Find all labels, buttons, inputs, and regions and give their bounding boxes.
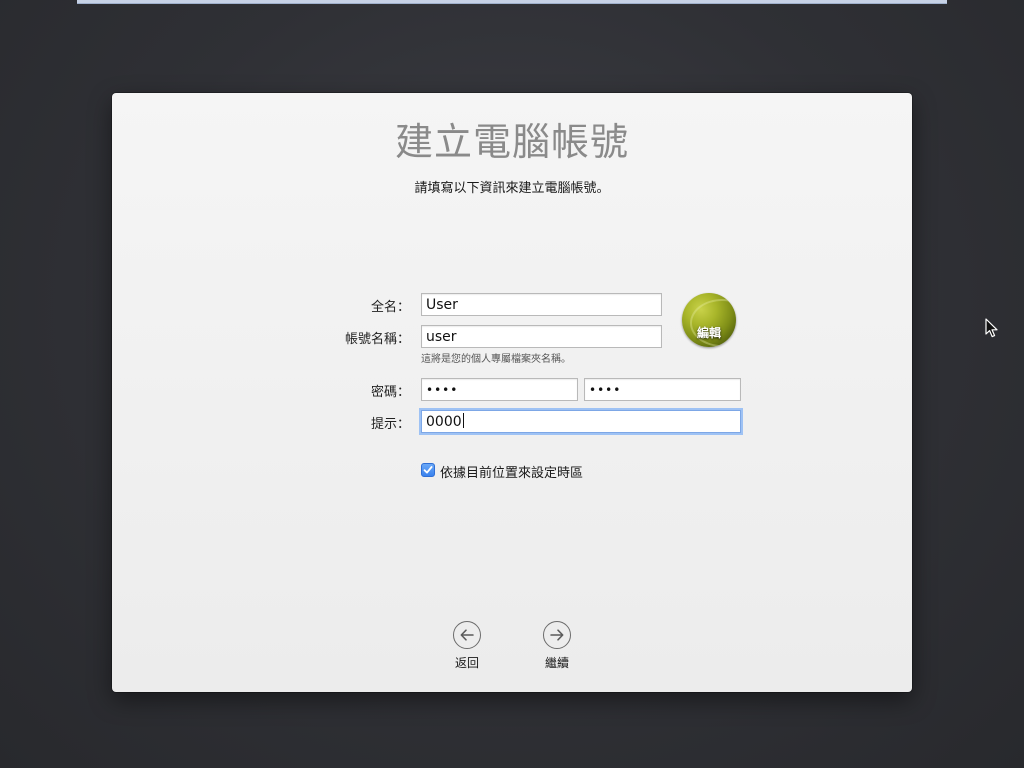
back-label: 返回 (454, 656, 479, 670)
continue-label: 繼續 (544, 656, 569, 670)
full-name-field[interactable]: User (421, 293, 662, 316)
full-name-label: 全名： (370, 300, 410, 315)
top-window-edge (77, 0, 947, 4)
arrow-right-circle-icon (543, 621, 571, 649)
verify-password-field[interactable]: •••• (584, 378, 741, 401)
setup-panel: 建立電腦帳號 請填寫以下資訊來建立電腦帳號。 全名： User 帳號名稱： us… (112, 93, 912, 692)
page-title: 建立電腦帳號 (394, 120, 629, 164)
checkmark-icon (423, 466, 433, 474)
account-name-field[interactable]: user (421, 325, 662, 348)
hint-field[interactable]: 0000 (421, 410, 741, 433)
page-subtitle: 請填寫以下資訊來建立電腦帳號。 (414, 181, 610, 196)
edit-picture-label: 編輯 (696, 326, 721, 340)
timezone-checkbox[interactable] (421, 463, 435, 477)
account-name-value: user (426, 329, 457, 345)
hint-value: 0000 (426, 414, 462, 430)
verify-password-value: •••• (589, 383, 622, 397)
continue-button[interactable]: 繼續 (527, 621, 587, 671)
arrow-left-circle-icon (453, 621, 481, 649)
mouse-pointer-icon (985, 318, 998, 338)
password-value: •••• (426, 383, 459, 397)
hint-label: 提示： (370, 417, 410, 432)
text-caret (462, 413, 464, 428)
account-name-label: 帳號名稱： (344, 332, 410, 347)
password-label: 密碼： (370, 385, 410, 400)
full-name-value: User (426, 297, 458, 313)
user-picture-button[interactable]: 編輯 (682, 293, 736, 347)
password-field[interactable]: •••• (421, 378, 578, 401)
account-name-help: 這將是您的個人專屬檔案夾名稱。 (421, 354, 571, 365)
back-button[interactable]: 返回 (437, 621, 497, 671)
timezone-checkbox-label[interactable]: 依據目前位置來設定時區 (440, 462, 583, 481)
